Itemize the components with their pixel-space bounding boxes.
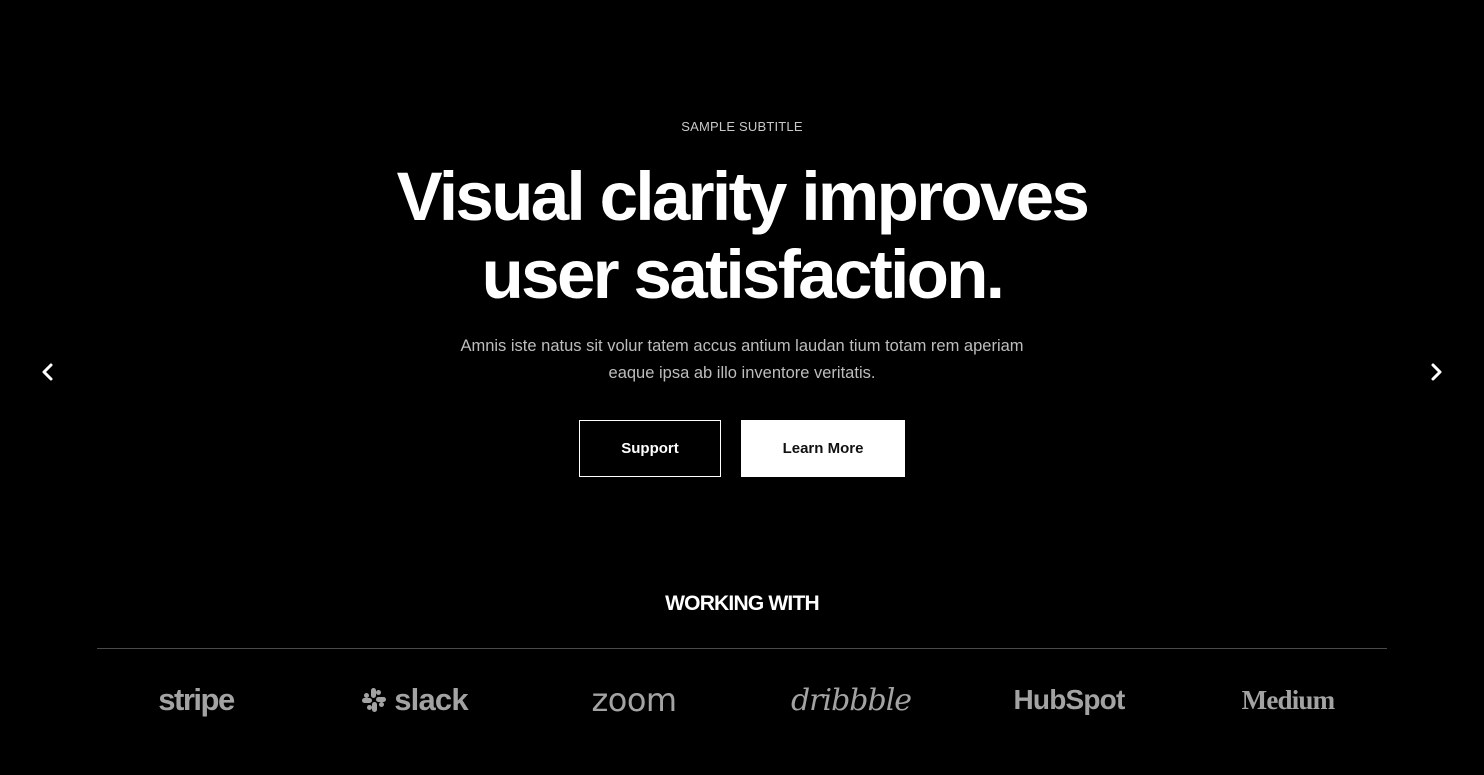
hero-subtitle: SAMPLE SUBTITLE [681,119,803,134]
slack-logo-text: slack [394,682,468,717]
hero-headline-line-1: Visual clarity improves [396,158,1090,235]
working-with-title: WORKING WITH [665,592,820,615]
hero-description: Amnis iste natus sit volur tatem accus a… [460,337,1024,382]
support-button[interactable]: Support [579,420,721,477]
stripe-logo: stripe [158,682,235,717]
divider [97,648,1387,649]
slack-logo-icon [362,688,387,712]
dribbble-logo: dribbble [790,682,912,718]
medium-logo: Medium [1241,684,1336,715]
chevron-right-icon [1431,363,1442,381]
chevron-left-icon [42,363,53,381]
learn-more-button[interactable]: Learn More [741,420,905,477]
zoom-logo: zoom [591,681,677,719]
hero-section: SAMPLE SUBTITLE Visual clarity improves … [0,0,1484,775]
slack-logo: slack [350,676,478,724]
hubspot-logo: HubSpot [1013,684,1125,715]
hero-headline-line-2: user satisfaction. [481,236,1005,313]
carousel-next-button[interactable] [1421,357,1451,387]
hero-headline: Visual clarity improves user satisfactio… [0,158,1484,314]
carousel-prev-button[interactable] [33,357,63,387]
